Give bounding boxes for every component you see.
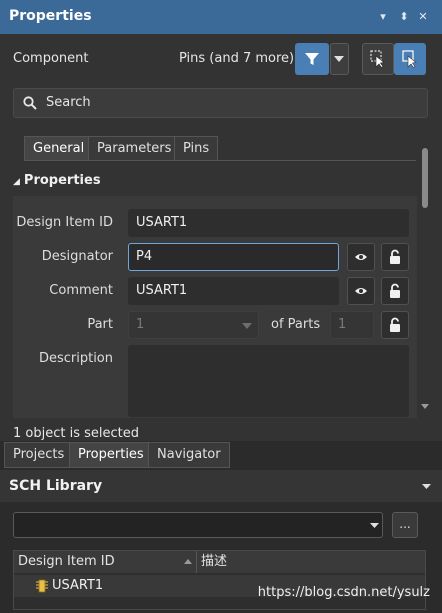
watermark-text: https://blog.csdn.net/ysulz bbox=[257, 585, 430, 600]
tab-pins[interactable]: Pins bbox=[174, 136, 219, 161]
design-item-id-label: Design Item ID bbox=[16, 215, 113, 230]
scroll-down-icon[interactable] bbox=[421, 404, 429, 410]
eye-icon bbox=[355, 254, 367, 260]
section-title: Properties bbox=[23, 173, 101, 188]
part-value: 1 bbox=[136, 317, 145, 332]
comment-field[interactable]: USART1 bbox=[128, 277, 339, 305]
tab-general[interactable]: General bbox=[24, 136, 94, 161]
select-exclusive-button[interactable] bbox=[394, 43, 426, 75]
sch-library-title: SCH Library bbox=[9, 478, 103, 494]
filter-icon bbox=[305, 53, 319, 65]
column-header-design-item-id[interactable]: Design Item ID bbox=[14, 551, 197, 573]
panel-title: Properties bbox=[9, 8, 92, 24]
close-button[interactable]: ✕ bbox=[416, 9, 430, 25]
tab-properties[interactable]: Properties bbox=[69, 442, 153, 468]
search-input[interactable]: Search bbox=[46, 95, 91, 110]
filter-summary: Pins (and 7 more) bbox=[179, 51, 295, 66]
title-bar: Properties ▾ ⬍ ✕ bbox=[0, 0, 442, 34]
component-icon bbox=[36, 579, 48, 593]
description-label: Description bbox=[38, 351, 113, 366]
select-arrow-icon bbox=[402, 50, 417, 68]
design-item-id-field[interactable]: USART1 bbox=[128, 209, 409, 237]
tab-divider bbox=[24, 160, 416, 161]
component-label: Component bbox=[13, 51, 89, 66]
chevron-down-icon[interactable] bbox=[422, 484, 431, 490]
description-field[interactable] bbox=[128, 345, 409, 417]
filter-button[interactable] bbox=[295, 43, 329, 75]
tab-parameters[interactable]: Parameters bbox=[88, 136, 181, 161]
part-select: 1 bbox=[128, 311, 259, 339]
scrollbar-thumb[interactable] bbox=[422, 148, 428, 208]
part-lock-button[interactable] bbox=[381, 311, 409, 339]
designator-lock-button[interactable] bbox=[381, 243, 409, 271]
of-parts-field: 1 bbox=[330, 311, 374, 339]
eye-icon bbox=[355, 288, 367, 294]
collapse-triangle-icon: ◢ bbox=[13, 177, 20, 187]
component-table: Design Item ID 描述 USART1 bbox=[13, 550, 426, 610]
tab-projects[interactable]: Projects bbox=[4, 442, 74, 468]
sort-arrow-icon bbox=[184, 559, 192, 564]
designator-field[interactable]: P4 bbox=[128, 243, 339, 271]
chevron-down-icon bbox=[370, 523, 379, 528]
chevron-down-icon bbox=[334, 56, 344, 62]
selection-status: 1 object is selected bbox=[13, 426, 139, 441]
select-mode-button[interactable] bbox=[362, 43, 394, 75]
pin-button[interactable]: ⬍ bbox=[397, 9, 411, 25]
sch-library-header: SCH Library bbox=[0, 470, 442, 502]
comment-label: Comment bbox=[49, 283, 113, 298]
lock-icon bbox=[390, 249, 400, 264]
chevron-down-icon bbox=[242, 323, 252, 329]
panel-tabs: Projects Properties Navigator bbox=[0, 441, 442, 468]
more-button[interactable]: ... bbox=[392, 512, 418, 538]
lock-icon bbox=[390, 283, 400, 298]
properties-scrollbar[interactable] bbox=[421, 140, 429, 420]
comment-visibility-button[interactable] bbox=[347, 277, 375, 305]
search-icon bbox=[23, 96, 37, 110]
search-box[interactable]: Search bbox=[13, 88, 428, 118]
part-label: Part bbox=[87, 317, 113, 332]
tab-navigator[interactable]: Navigator bbox=[148, 442, 230, 468]
library-filter-combo[interactable] bbox=[13, 512, 383, 538]
lock-icon bbox=[390, 317, 400, 332]
filter-dropdown-button[interactable] bbox=[330, 43, 349, 75]
panel-menu-button[interactable]: ▾ bbox=[376, 9, 390, 25]
column-header-description[interactable]: 描述 bbox=[197, 551, 425, 573]
comment-lock-button[interactable] bbox=[381, 277, 409, 305]
select-cursor-icon bbox=[370, 50, 385, 68]
properties-section-header[interactable]: ◢ Properties bbox=[13, 173, 101, 188]
of-parts-label: of Parts bbox=[271, 317, 321, 332]
row-design-item-id: USART1 bbox=[52, 578, 104, 593]
designator-label: Designator bbox=[41, 249, 113, 264]
designator-visibility-button[interactable] bbox=[347, 243, 375, 271]
